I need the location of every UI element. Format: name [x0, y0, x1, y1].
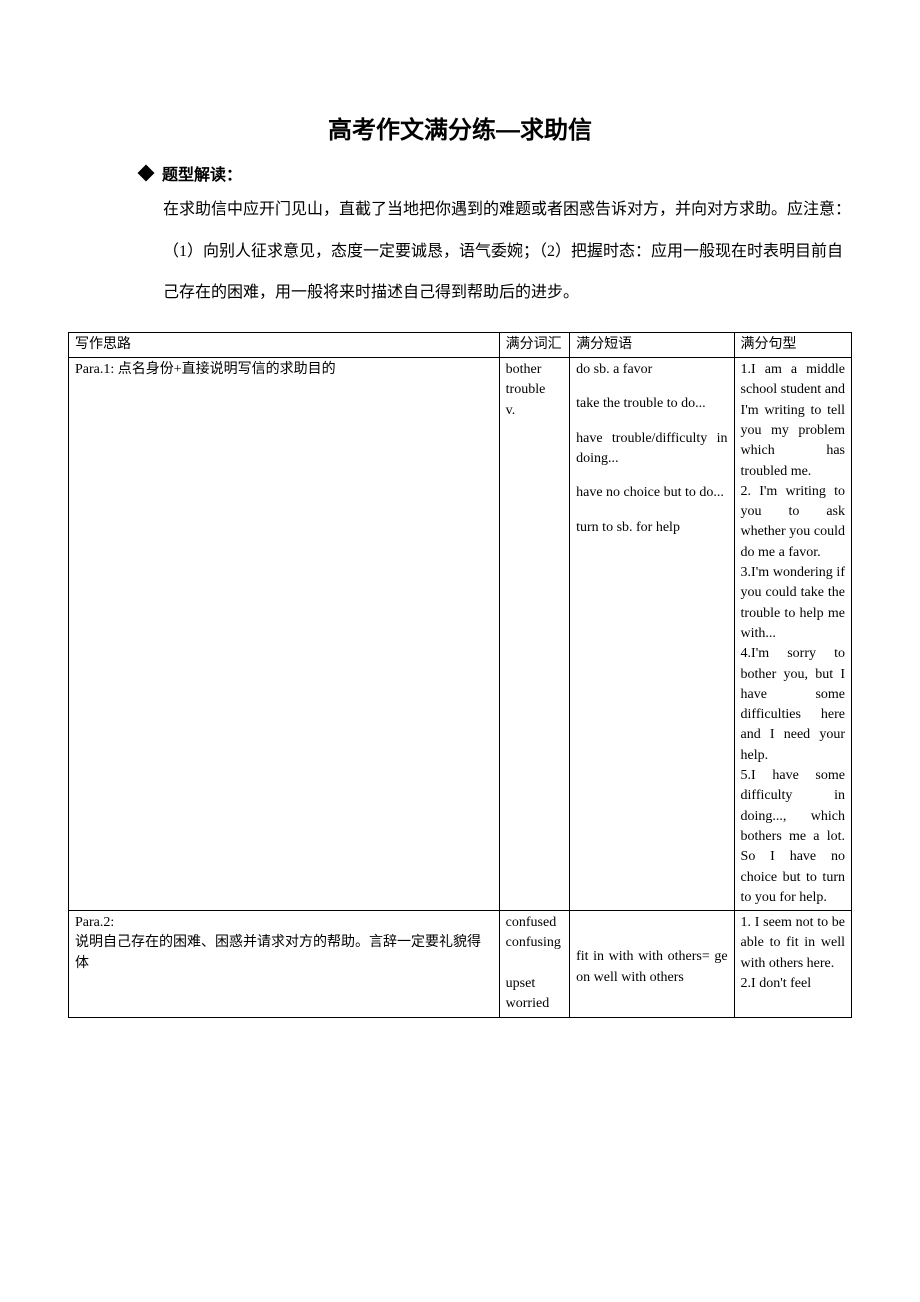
- cell-vocab: confused confusing upset worried: [499, 911, 569, 1017]
- page-title: 高考作文满分练—求助信: [68, 110, 852, 145]
- phrase-item: take the trouble to do...: [576, 394, 727, 414]
- cell-idea: Para.1: 点名身份+直接说明写信的求助目的: [69, 358, 500, 911]
- cell-sentences: 1.I am a middle school student and I'm w…: [734, 358, 851, 911]
- phrase-item: turn to sb. for help: [576, 518, 727, 538]
- diamond-bullet-icon: [138, 165, 155, 182]
- table-row: Para.2: 说明自己存在的困难、困惑并请求对方的帮助。言辞一定要礼貌得体co…: [69, 911, 852, 1017]
- cell-vocab: bother trouble v.: [499, 358, 569, 911]
- table-header-row: 写作思路 满分词汇 满分短语 满分句型: [69, 332, 852, 357]
- col-header-idea: 写作思路: [69, 332, 500, 357]
- col-header-phrases: 满分短语: [570, 332, 734, 357]
- phrase-item: do sb. a favor: [576, 360, 727, 380]
- cell-phrases: do sb. a favor take the trouble to do... h…: [570, 358, 734, 911]
- cell-sentences: 1. I seem not to be able to fit in well …: [734, 911, 851, 1017]
- col-header-vocab: 满分词汇: [499, 332, 569, 357]
- phrase-item: have trouble/difficulty in doing...: [576, 429, 727, 470]
- cell-phrases: fit in with with others= ge on well with…: [570, 911, 734, 1017]
- table-row: Para.1: 点名身份+直接说明写信的求助目的bother trouble v…: [69, 358, 852, 911]
- phrase-item: [576, 913, 727, 933]
- section-header: 题型解读：: [140, 161, 852, 185]
- section-label: 题型解读：: [162, 167, 242, 184]
- phrase-item: fit in with with others= ge on well with…: [576, 947, 727, 988]
- writing-table: 写作思路 满分词汇 满分短语 满分句型 Para.1: 点名身份+直接说明写信的…: [68, 332, 852, 1018]
- intro-paragraph: 在求助信中应开门见山，直截了当地把你遇到的难题或者困惑告诉对方，并向对方求助。应…: [163, 189, 852, 314]
- cell-idea: Para.2: 说明自己存在的困难、困惑并请求对方的帮助。言辞一定要礼貌得体: [69, 911, 500, 1017]
- col-header-sentences: 满分句型: [734, 332, 851, 357]
- phrase-item: have no choice but to do...: [576, 483, 727, 503]
